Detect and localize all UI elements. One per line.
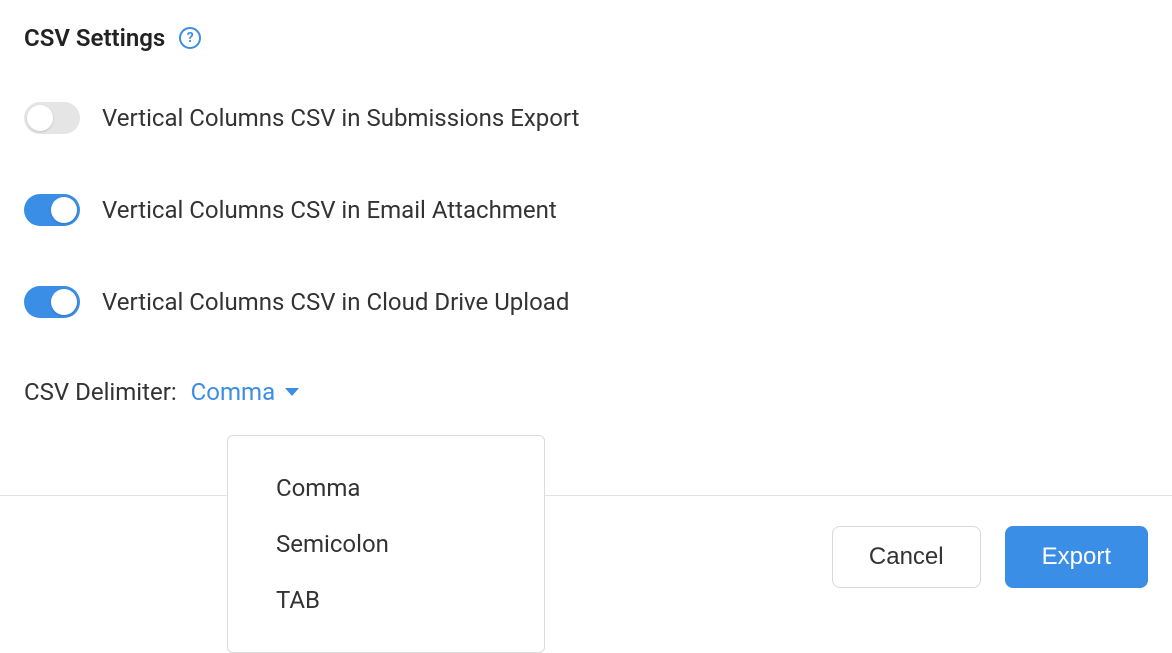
toggle-submissions-export[interactable] xyxy=(24,102,80,134)
toggle-row-email-attachment: Vertical Columns CSV in Email Attachment xyxy=(24,194,1148,226)
toggle-row-submissions-export: Vertical Columns CSV in Submissions Expo… xyxy=(24,102,1148,134)
csv-delimiter-dropdown-trigger[interactable]: Comma xyxy=(191,378,299,406)
csv-delimiter-option-tab[interactable]: TAB xyxy=(228,572,544,628)
csv-delimiter-row: CSV Delimiter: Comma xyxy=(24,378,1148,406)
cancel-button[interactable]: Cancel xyxy=(832,526,981,588)
toggle-row-cloud-drive-upload: Vertical Columns CSV in Cloud Drive Uplo… xyxy=(24,286,1148,318)
toggle-label: Vertical Columns CSV in Submissions Expo… xyxy=(102,104,579,132)
csv-delimiter-label: CSV Delimiter: xyxy=(24,378,177,406)
toggle-knob xyxy=(51,197,77,223)
csv-settings-panel: CSV Settings ? Vertical Columns CSV in S… xyxy=(0,0,1172,406)
csv-delimiter-dropdown: Comma Semicolon TAB xyxy=(227,435,545,653)
footer-actions: Cancel Export xyxy=(0,495,1172,588)
toggle-cloud-drive-upload[interactable] xyxy=(24,286,80,318)
toggle-label: Vertical Columns CSV in Cloud Drive Uplo… xyxy=(102,288,569,316)
csv-delimiter-option-semicolon[interactable]: Semicolon xyxy=(228,516,544,572)
toggle-label: Vertical Columns CSV in Email Attachment xyxy=(102,196,557,224)
toggle-email-attachment[interactable] xyxy=(24,194,80,226)
toggle-knob xyxy=(27,105,53,131)
section-title: CSV Settings xyxy=(24,24,165,52)
section-header: CSV Settings ? xyxy=(24,24,1148,52)
export-button[interactable]: Export xyxy=(1005,526,1148,588)
csv-delimiter-option-comma[interactable]: Comma xyxy=(228,460,544,516)
caret-down-icon xyxy=(285,388,299,396)
help-icon[interactable]: ? xyxy=(179,27,201,49)
toggle-knob xyxy=(51,289,77,315)
csv-delimiter-selected-value: Comma xyxy=(191,378,275,406)
